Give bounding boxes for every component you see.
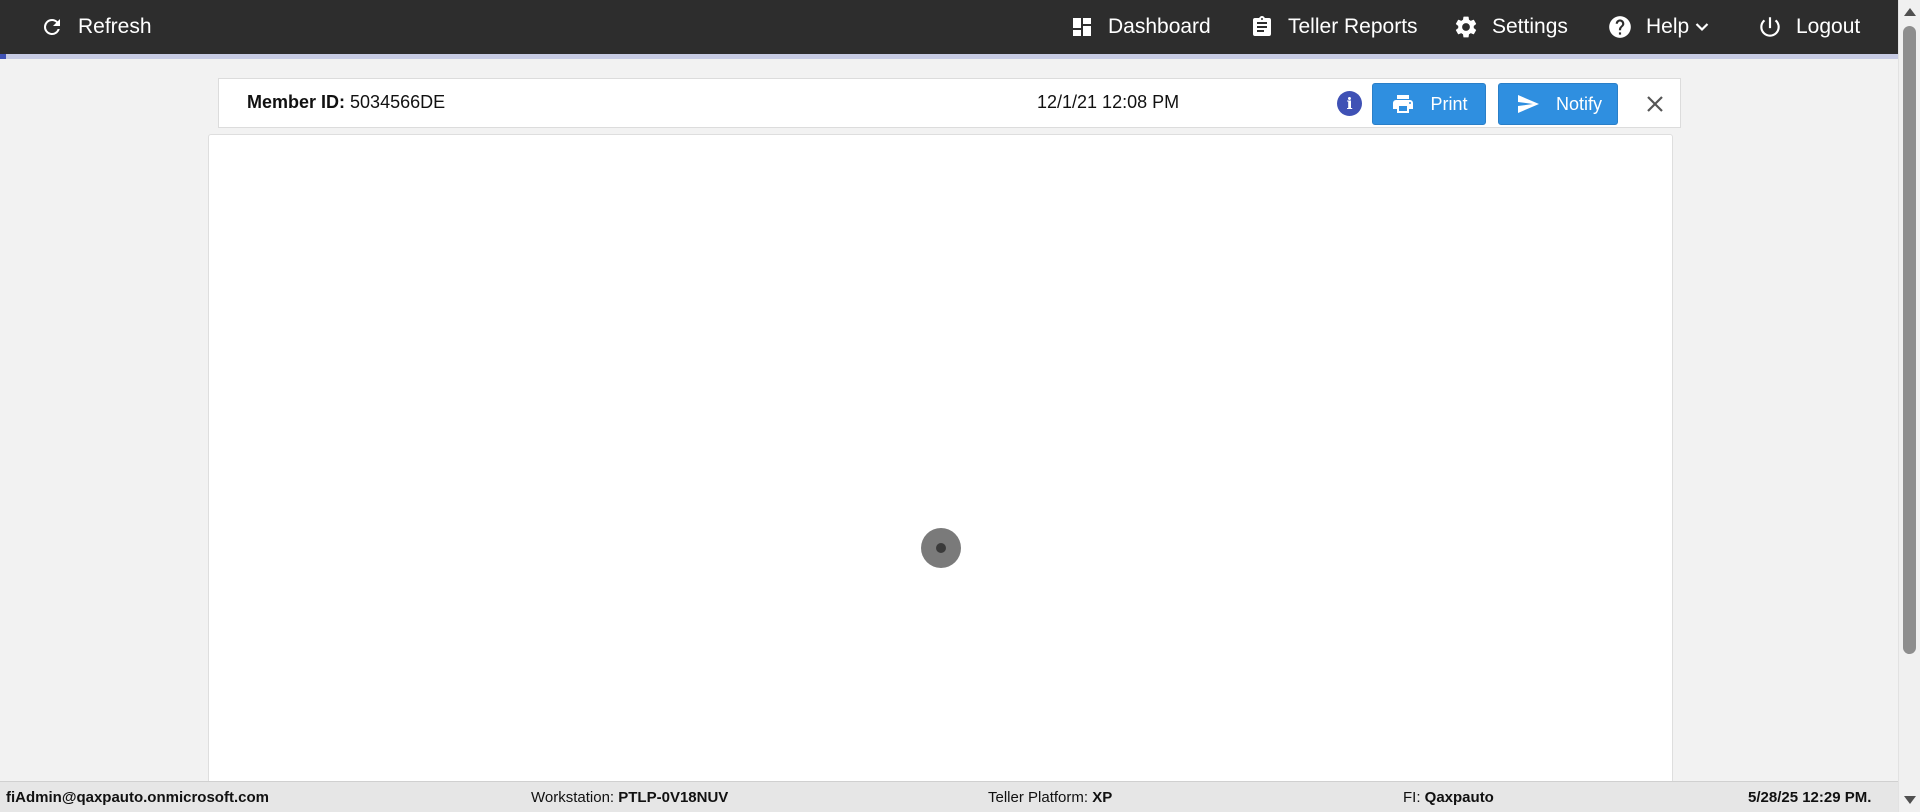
- content-panel: [208, 134, 1673, 784]
- info-icon[interactable]: i: [1337, 91, 1362, 116]
- notify-label: Notify: [1555, 93, 1602, 114]
- nav-accent-bar: [0, 54, 1898, 59]
- nav-help[interactable]: Help: [1606, 0, 1709, 54]
- member-id: Member ID: 5034566DE: [247, 92, 445, 113]
- printer-icon: [1390, 92, 1416, 116]
- nav-logout[interactable]: Logout: [1756, 0, 1860, 54]
- nav-dashboard[interactable]: Dashboard: [1068, 0, 1211, 54]
- refresh-button[interactable]: Refresh: [38, 0, 152, 54]
- help-label: Help: [1646, 15, 1690, 38]
- dashboard-label: Dashboard: [1108, 15, 1211, 38]
- platform-label: Teller Platform:: [988, 789, 1089, 806]
- workstation-value: PTLP-0V18NUV: [618, 789, 729, 806]
- footer-workstation: Workstation: PTLP-0V18NUV: [531, 789, 728, 806]
- print-button[interactable]: Print: [1372, 83, 1486, 125]
- clipboard-icon: [1248, 13, 1276, 41]
- scroll-down-arrow[interactable]: [1904, 796, 1916, 804]
- footer-fi: FI: Qaxpauto: [1403, 789, 1494, 806]
- settings-label: Settings: [1492, 15, 1568, 38]
- footer-user: fiAdmin@qaxpauto.onmicrosoft.com: [6, 789, 269, 806]
- member-id-label: Member ID:: [247, 92, 346, 112]
- spinner-dot: [936, 543, 946, 553]
- footer-timestamp: 5/28/25 12:29 PM.: [1748, 789, 1872, 806]
- footer-platform: Teller Platform: XP: [988, 789, 1112, 806]
- fi-value: Qaxpauto: [1424, 789, 1494, 806]
- workstation-label: Workstation:: [531, 789, 615, 806]
- member-header: Member ID: 5034566DE 12/1/21 12:08 PM i …: [218, 78, 1681, 128]
- help-icon: [1606, 13, 1634, 41]
- print-label: Print: [1430, 93, 1468, 114]
- member-datetime: 12/1/21 12:08 PM: [1037, 92, 1180, 112]
- vertical-scrollbar[interactable]: [1898, 0, 1920, 812]
- member-id-value: 5034566DE: [350, 92, 446, 112]
- teller-reports-label: Teller Reports: [1288, 15, 1418, 38]
- top-nav-bar: Refresh Dashboard Teller Reports Setting…: [0, 0, 1898, 54]
- notify-button[interactable]: Notify: [1498, 83, 1618, 125]
- power-icon: [1756, 13, 1784, 41]
- fi-label: FI:: [1403, 789, 1421, 806]
- scroll-up-arrow[interactable]: [1904, 8, 1916, 16]
- refresh-label: Refresh: [78, 15, 152, 38]
- close-icon[interactable]: [1642, 91, 1668, 117]
- dashboard-icon: [1068, 13, 1096, 41]
- logout-label: Logout: [1796, 15, 1861, 38]
- refresh-icon: [38, 13, 66, 41]
- nav-settings[interactable]: Settings: [1452, 0, 1568, 54]
- status-bar: fiAdmin@qaxpauto.onmicrosoft.com Worksta…: [0, 781, 1898, 812]
- platform-value: XP: [1092, 789, 1113, 806]
- send-icon: [1514, 92, 1542, 116]
- chevron-down-icon: [1695, 22, 1709, 32]
- loading-spinner: [921, 528, 961, 568]
- scroll-thumb[interactable]: [1903, 26, 1916, 654]
- gear-icon: [1452, 13, 1480, 41]
- nav-teller-reports[interactable]: Teller Reports: [1248, 0, 1418, 54]
